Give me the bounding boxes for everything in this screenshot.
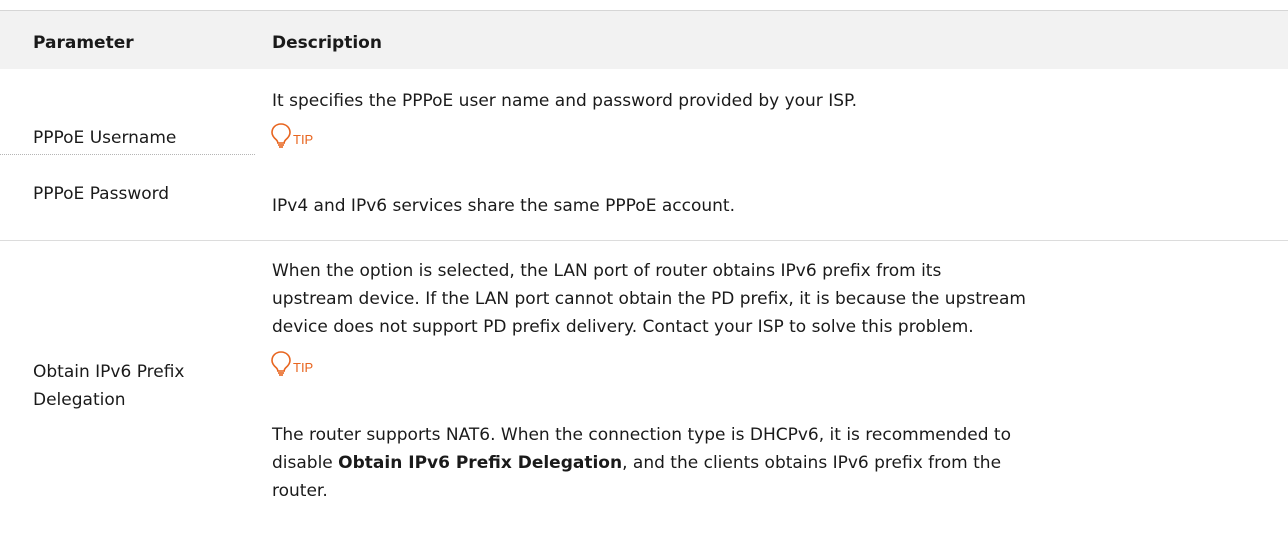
lightbulb-icon (271, 123, 291, 148)
tip-pppoe: TIP (270, 122, 313, 148)
header-parameter: Parameter (33, 33, 134, 53)
tip-text-prefix-line2-pre: disable (272, 453, 339, 473)
tip-label: TIP (293, 360, 314, 375)
tip-label: TIP (293, 132, 314, 147)
tip-text-prefix-line1: The router supports NAT6. When the conne… (272, 425, 1011, 445)
table-header-row: Parameter Description (0, 10, 1288, 69)
param-prefix-delegation-line1: Obtain IPv6 Prefix (33, 362, 185, 382)
tip-prefix-delegation: TIP (270, 350, 313, 376)
tip-text-prefix-line2: disable Obtain IPv6 Prefix Delegation, a… (272, 449, 1272, 477)
desc-prefix-line2: upstream device. If the LAN port cannot … (272, 289, 1026, 309)
tip-text-prefix-line3: router. (272, 481, 328, 501)
tip-text-pppoe: IPv4 and IPv6 services share the same PP… (272, 196, 735, 216)
param-pppoe-username: PPPoE Username (33, 128, 177, 148)
lightbulb-icon (271, 351, 291, 376)
param-pppoe-password: PPPoE Password (33, 184, 170, 204)
row-divider (0, 240, 1288, 241)
desc-pppoe: It specifies the PPPoE user name and pas… (272, 91, 858, 111)
param-prefix-delegation-line2: Delegation (33, 390, 126, 410)
tip-text-prefix-line2-bold: Obtain IPv6 Prefix Delegation (338, 453, 623, 473)
tip-text-prefix-line2-post: , and the clients obtains IPv6 prefix fr… (622, 453, 1002, 473)
desc-prefix-line1: When the option is selected, the LAN por… (272, 261, 942, 281)
row-sub-divider (0, 154, 255, 155)
header-description: Description (272, 33, 382, 53)
desc-prefix-line3: device does not support PD prefix delive… (272, 317, 974, 337)
